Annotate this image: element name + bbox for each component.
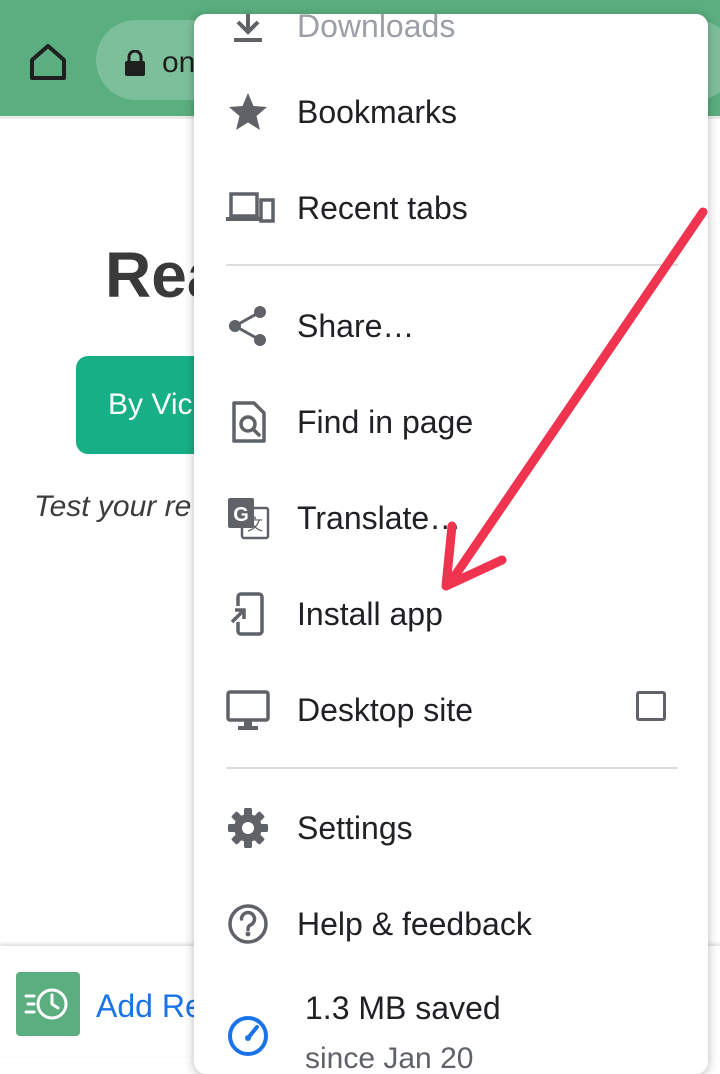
speedometer-icon: [226, 1014, 270, 1058]
data-saved-label: 1.3 MB saved: [305, 990, 501, 1026]
menu-item-install-app[interactable]: Install app: [194, 566, 708, 662]
devices-icon: [226, 186, 275, 230]
menu-item-settings[interactable]: Settings: [194, 780, 708, 876]
menu-label-settings: Settings: [297, 810, 413, 846]
menu-divider: [226, 264, 678, 266]
add-label[interactable]: Add Re: [96, 988, 203, 1025]
menu-item-recent-tabs[interactable]: Recent tabs: [194, 160, 708, 256]
menu-item-desktop-site[interactable]: Desktop site: [194, 662, 708, 758]
install-app-icon: [226, 592, 270, 636]
menu-label-find-in-page: Find in page: [297, 404, 474, 440]
menu-label-downloads: Downloads: [297, 14, 456, 44]
menu-label-bookmarks: Bookmarks: [297, 94, 458, 130]
desktop-icon: [226, 688, 270, 732]
svg-text:G: G: [233, 504, 249, 526]
menu-item-share[interactable]: Share…: [194, 278, 708, 374]
menu-label-install-app: Install app: [297, 596, 443, 632]
menu-divider: [226, 767, 678, 769]
gear-icon: [226, 806, 270, 850]
page-tagline: Test your re: [34, 490, 192, 523]
lock-icon: [124, 49, 146, 76]
download-icon: [226, 14, 270, 48]
menu-item-bookmarks[interactable]: Bookmarks: [194, 64, 708, 160]
home-icon[interactable]: [26, 40, 70, 84]
menu-item-data-saved[interactable]: 1.3 MB saved since Jan 20: [194, 972, 708, 1074]
star-icon: [226, 90, 270, 134]
menu-label-translate: Translate…: [297, 500, 462, 536]
add-recent-icon[interactable]: [16, 972, 80, 1036]
overflow-menu: Downloads Bookmarks Recent tabs Share… F…: [194, 14, 708, 1074]
data-saved-since: since Jan 20: [305, 1042, 474, 1074]
translate-icon: 文 G: [226, 496, 270, 540]
author-button-label: By Vic: [108, 388, 193, 421]
share-icon: [226, 304, 270, 348]
menu-item-translate[interactable]: 文 G Translate…: [194, 470, 708, 566]
menu-label-recent-tabs: Recent tabs: [297, 190, 468, 226]
menu-label-desktop-site: Desktop site: [297, 692, 474, 728]
menu-label-share: Share…: [297, 308, 415, 344]
menu-item-help[interactable]: Help & feedback: [194, 876, 708, 972]
menu-label-help: Help & feedback: [297, 906, 532, 942]
menu-item-find-in-page[interactable]: Find in page: [194, 374, 708, 470]
url-text[interactable]: on: [162, 46, 195, 80]
find-in-page-icon: [226, 400, 270, 444]
desktop-site-checkbox[interactable]: [636, 691, 666, 721]
help-icon: [226, 902, 270, 946]
